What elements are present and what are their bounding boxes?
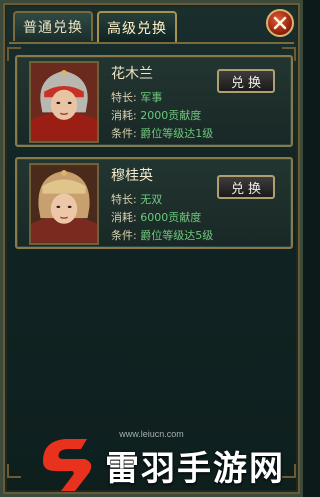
cost-label: 消耗: — [111, 109, 137, 122]
general-name: 穆桂英 — [111, 168, 153, 184]
exchange-panel: 普通兑换 高级兑换 花木兰 特长: 军事 消耗: 2000贡献度 条件: 爵位等… — [0, 0, 303, 497]
exchange-button[interactable]: 兑换 — [217, 69, 275, 93]
close-icon — [273, 16, 287, 30]
cost-row: 消耗: 6000贡献度 — [111, 209, 201, 225]
specialty-row: 特长: 无双 — [111, 191, 162, 207]
corner-ornament — [7, 464, 21, 478]
cost-label: 消耗: — [111, 211, 137, 224]
general-portrait — [29, 163, 99, 245]
watermark-text: 雷羽手游网 — [105, 448, 285, 489]
condition-value: 爵位等级达1级 — [140, 127, 214, 140]
general-card: 穆桂英 特长: 无双 消耗: 6000贡献度 条件: 爵位等级达5级 兑换 — [15, 157, 293, 249]
general-card: 花木兰 特长: 军事 消耗: 2000贡献度 条件: 爵位等级达1级 兑换 — [15, 55, 293, 147]
specialty-value: 无双 — [140, 193, 163, 206]
tab-bar: 普通兑换 高级兑换 — [13, 11, 177, 43]
condition-label: 条件: — [111, 229, 137, 242]
specialty-label: 特长: — [111, 91, 137, 104]
condition-row: 条件: 爵位等级达1级 — [111, 125, 213, 141]
exchange-button[interactable]: 兑换 — [217, 175, 275, 199]
tab-normal-exchange[interactable]: 普通兑换 — [13, 11, 93, 41]
tab-advanced-exchange[interactable]: 高级兑换 — [97, 11, 177, 43]
general-portrait — [29, 61, 99, 143]
close-button[interactable] — [266, 9, 294, 37]
tab-divider — [9, 42, 294, 44]
specialty-value: 军事 — [140, 91, 163, 104]
general-name: 花木兰 — [111, 66, 153, 82]
watermark: 雷羽手游网 — [35, 435, 285, 495]
cost-value: 2000贡献度 — [140, 109, 202, 122]
condition-label: 条件: — [111, 127, 137, 140]
specialty-row: 特长: 军事 — [111, 89, 162, 105]
cost-value: 6000贡献度 — [140, 211, 202, 224]
condition-row: 条件: 爵位等级达5级 — [111, 227, 213, 243]
watermark-logo-icon — [43, 439, 92, 491]
specialty-label: 特长: — [111, 193, 137, 206]
cost-row: 消耗: 2000贡献度 — [111, 107, 201, 123]
condition-value: 爵位等级达5级 — [140, 229, 214, 242]
